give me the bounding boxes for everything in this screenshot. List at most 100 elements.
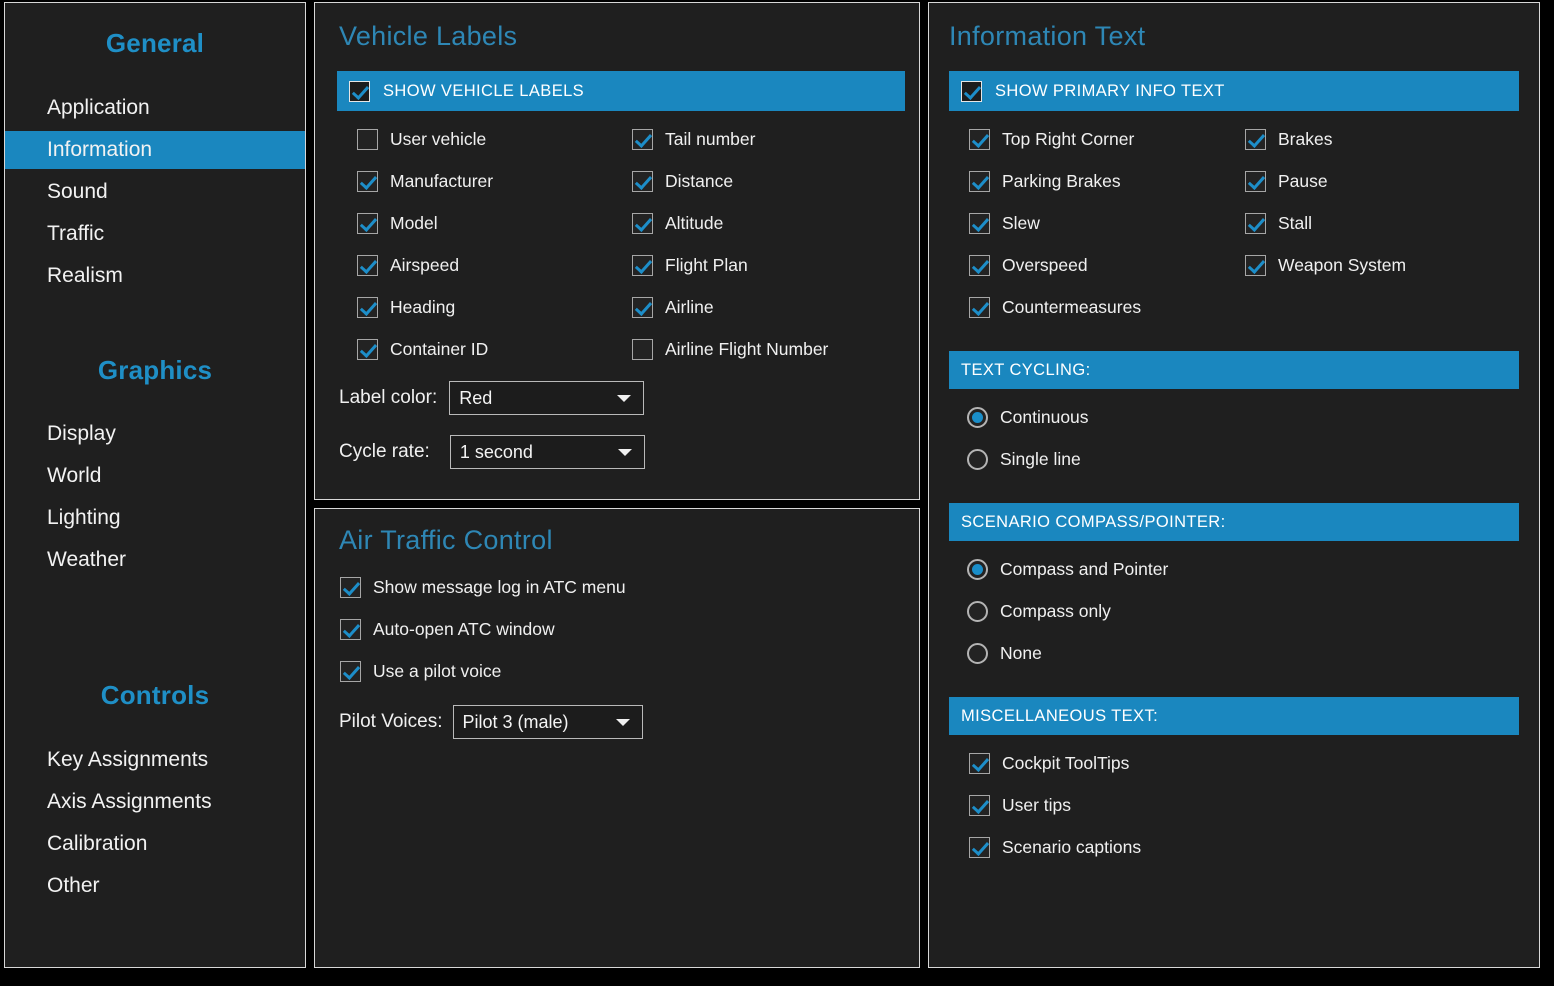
radio-row-compass-and-pointer[interactable]: Compass and Pointer (967, 559, 1168, 580)
checkbox-row-stall[interactable]: Stall (1245, 213, 1312, 234)
checkbox-row-slew[interactable]: Slew (969, 213, 1040, 234)
checkbox-label: Stall (1278, 213, 1312, 234)
checkbox-label: Auto-open ATC window (373, 619, 555, 640)
cycle-rate-dropdown[interactable]: 1 second (450, 435, 645, 469)
user-tips-checkbox-icon[interactable] (969, 795, 990, 816)
airline-flight-number-checkbox-icon[interactable] (632, 339, 653, 360)
sidebar-item-sound[interactable]: Sound (5, 173, 305, 211)
sidebar-item-realism[interactable]: Realism (5, 257, 305, 295)
checkbox-row-scenario-captions[interactable]: Scenario captions (969, 837, 1141, 858)
sidebar-item-other[interactable]: Other (5, 867, 305, 905)
top-right-corner-checkbox-icon[interactable] (969, 129, 990, 150)
checkbox-label: Distance (665, 171, 733, 192)
pause-checkbox-icon[interactable] (1245, 171, 1266, 192)
cockpit-tooltips-checkbox-icon[interactable] (969, 753, 990, 774)
model-checkbox-icon[interactable] (357, 213, 378, 234)
checkbox-row-airspeed[interactable]: Airspeed (357, 255, 459, 276)
checkbox-row-heading[interactable]: Heading (357, 297, 455, 318)
checkbox-row-auto-open-atc-window[interactable]: Auto-open ATC window (340, 619, 555, 640)
pilot-voices-caption: Pilot Voices: (339, 711, 443, 733)
show-vehicle-labels-header[interactable]: SHOW VEHICLE LABELS (337, 71, 905, 111)
checkbox-row-manufacturer[interactable]: Manufacturer (357, 171, 493, 192)
show-message-log-checkbox-icon[interactable] (340, 577, 361, 598)
slew-checkbox-icon[interactable] (969, 213, 990, 234)
sidebar-item-axis-assignments[interactable]: Axis Assignments (5, 783, 305, 821)
sidebar-item-weather[interactable]: Weather (5, 541, 305, 579)
show-primary-info-text-checkbox-icon[interactable] (961, 81, 982, 102)
checkbox-row-airline[interactable]: Airline (632, 297, 714, 318)
sidebar-item-display[interactable]: Display (5, 415, 305, 453)
sidebar-item-traffic[interactable]: Traffic (5, 215, 305, 253)
checkbox-row-show-message-log[interactable]: Show message log in ATC menu (340, 577, 626, 598)
checkbox-row-brakes[interactable]: Brakes (1245, 129, 1332, 150)
parking-brakes-checkbox-icon[interactable] (969, 171, 990, 192)
checkbox-row-flight-plan[interactable]: Flight Plan (632, 255, 748, 276)
sidebar-item-information[interactable]: Information (5, 131, 305, 169)
checkbox-row-cockpit-tooltips[interactable]: Cockpit ToolTips (969, 753, 1129, 774)
checkbox-row-pause[interactable]: Pause (1245, 171, 1328, 192)
radio-row-none[interactable]: None (967, 643, 1042, 664)
sidebar-group-title-controls: Controls (5, 680, 305, 711)
vehicle-labels-panel: Vehicle Labels SHOW VEHICLE LABELS User … (314, 2, 920, 500)
air-traffic-control-panel: Air Traffic Control Show message log in … (314, 508, 920, 968)
none-radio-icon[interactable] (967, 643, 988, 664)
radio-row-single-line[interactable]: Single line (967, 449, 1081, 470)
flight-plan-checkbox-icon[interactable] (632, 255, 653, 276)
pilot-voices-value: Pilot 3 (male) (463, 712, 569, 733)
checkbox-row-altitude[interactable]: Altitude (632, 213, 723, 234)
radio-row-continuous[interactable]: Continuous (967, 407, 1089, 428)
distance-checkbox-icon[interactable] (632, 171, 653, 192)
pilot-voices-dropdown[interactable]: Pilot 3 (male) (453, 705, 643, 739)
checkbox-row-tail-number[interactable]: Tail number (632, 129, 755, 150)
show-vehicle-labels-checkbox-icon[interactable] (349, 81, 370, 102)
heading-checkbox-icon[interactable] (357, 297, 378, 318)
checkbox-row-countermeasures[interactable]: Countermeasures (969, 297, 1141, 318)
compass-only-radio-icon[interactable] (967, 601, 988, 622)
checkbox-row-user-vehicle[interactable]: User vehicle (357, 129, 486, 150)
continuous-radio-icon[interactable] (967, 407, 988, 428)
checkbox-row-user-tips[interactable]: User tips (969, 795, 1071, 816)
checkbox-row-model[interactable]: Model (357, 213, 438, 234)
stall-checkbox-icon[interactable] (1245, 213, 1266, 234)
checkbox-row-weapon-system[interactable]: Weapon System (1245, 255, 1406, 276)
checkbox-label: Weapon System (1278, 255, 1406, 276)
checkbox-label: Altitude (665, 213, 723, 234)
weapon-system-checkbox-icon[interactable] (1245, 255, 1266, 276)
overspeed-checkbox-icon[interactable] (969, 255, 990, 276)
sidebar-item-application[interactable]: Application (5, 89, 305, 127)
cycle-rate-value: 1 second (460, 442, 533, 463)
auto-open-atc-window-checkbox-icon[interactable] (340, 619, 361, 640)
label-color-row: Label color: Red (339, 381, 644, 415)
brakes-checkbox-icon[interactable] (1245, 129, 1266, 150)
user-vehicle-checkbox-icon[interactable] (357, 129, 378, 150)
checkbox-row-use-pilot-voice[interactable]: Use a pilot voice (340, 661, 501, 682)
sidebar-item-world[interactable]: World (5, 457, 305, 495)
compass-and-pointer-radio-icon[interactable] (967, 559, 988, 580)
label-color-dropdown[interactable]: Red (449, 381, 644, 415)
scenario-captions-checkbox-icon[interactable] (969, 837, 990, 858)
radio-row-compass-only[interactable]: Compass only (967, 601, 1111, 622)
checkbox-row-distance[interactable]: Distance (632, 171, 733, 192)
single-line-radio-icon[interactable] (967, 449, 988, 470)
container-id-checkbox-icon[interactable] (357, 339, 378, 360)
manufacturer-checkbox-icon[interactable] (357, 171, 378, 192)
airspeed-checkbox-icon[interactable] (357, 255, 378, 276)
checkbox-row-overspeed[interactable]: Overspeed (969, 255, 1088, 276)
checkbox-label: Countermeasures (1002, 297, 1141, 318)
text-cycling-header-label: TEXT CYCLING: (961, 361, 1091, 380)
airline-checkbox-icon[interactable] (632, 297, 653, 318)
tail-number-checkbox-icon[interactable] (632, 129, 653, 150)
chevron-down-icon (618, 449, 632, 456)
checkbox-row-top-right-corner[interactable]: Top Right Corner (969, 129, 1134, 150)
altitude-checkbox-icon[interactable] (632, 213, 653, 234)
use-pilot-voice-checkbox-icon[interactable] (340, 661, 361, 682)
radio-label: Compass and Pointer (1000, 559, 1168, 580)
sidebar-item-key-assignments[interactable]: Key Assignments (5, 741, 305, 779)
show-primary-info-text-header[interactable]: SHOW PRIMARY INFO TEXT (949, 71, 1519, 111)
checkbox-row-container-id[interactable]: Container ID (357, 339, 488, 360)
countermeasures-checkbox-icon[interactable] (969, 297, 990, 318)
checkbox-row-parking-brakes[interactable]: Parking Brakes (969, 171, 1121, 192)
checkbox-row-airline-flight-number[interactable]: Airline Flight Number (632, 339, 828, 360)
sidebar-item-calibration[interactable]: Calibration (5, 825, 305, 863)
sidebar-item-lighting[interactable]: Lighting (5, 499, 305, 537)
